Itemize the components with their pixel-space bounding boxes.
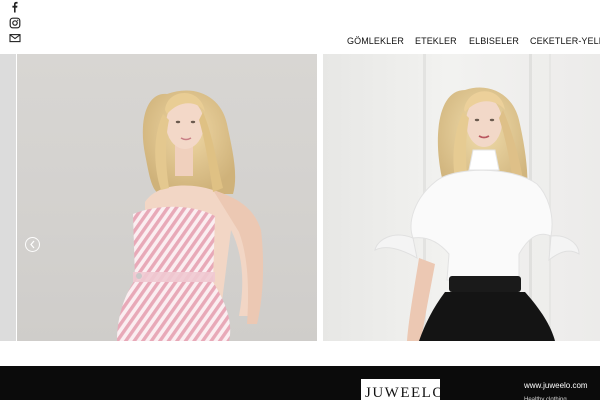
- slide-model-pink-striped-dress[interactable]: [17, 54, 317, 341]
- hero-slider[interactable]: [0, 54, 600, 341]
- slide-model-white-ruffle-blouse[interactable]: [323, 54, 600, 341]
- footer-logo[interactable]: JUWEELO: [361, 379, 440, 400]
- site-header: GÖMLEKLER ETEKLER ELBISELER CEKETLER-YEL…: [0, 0, 600, 54]
- facebook-icon[interactable]: [9, 1, 21, 13]
- footer-logo-text: JUWEELO: [365, 385, 440, 400]
- nav-item-etekler[interactable]: ETEKLER: [415, 36, 457, 46]
- model-pink-dress-photo: [117, 90, 264, 341]
- mail-icon[interactable]: [9, 32, 21, 44]
- chevron-left-icon: [30, 240, 35, 249]
- nav-item-gomlekler[interactable]: GÖMLEKLER: [347, 36, 404, 46]
- site-footer: JUWEELO www.juweelo.com Healthy clothing: [0, 366, 600, 400]
- footer-website-link[interactable]: www.juweelo.com: [524, 381, 588, 390]
- nav-item-elbiseler[interactable]: ELBISELER: [469, 36, 519, 46]
- slider-prev-button[interactable]: [25, 237, 40, 252]
- social-links: [9, 1, 21, 48]
- model-white-blouse-photo: [374, 54, 580, 341]
- nav-item-ceketler-yelekler[interactable]: CEKETLER-YELEKLER: [530, 36, 600, 46]
- slide-partial-previous: [0, 54, 16, 341]
- footer-tagline: Healthy clothing: [524, 397, 567, 400]
- instagram-icon[interactable]: [9, 17, 21, 29]
